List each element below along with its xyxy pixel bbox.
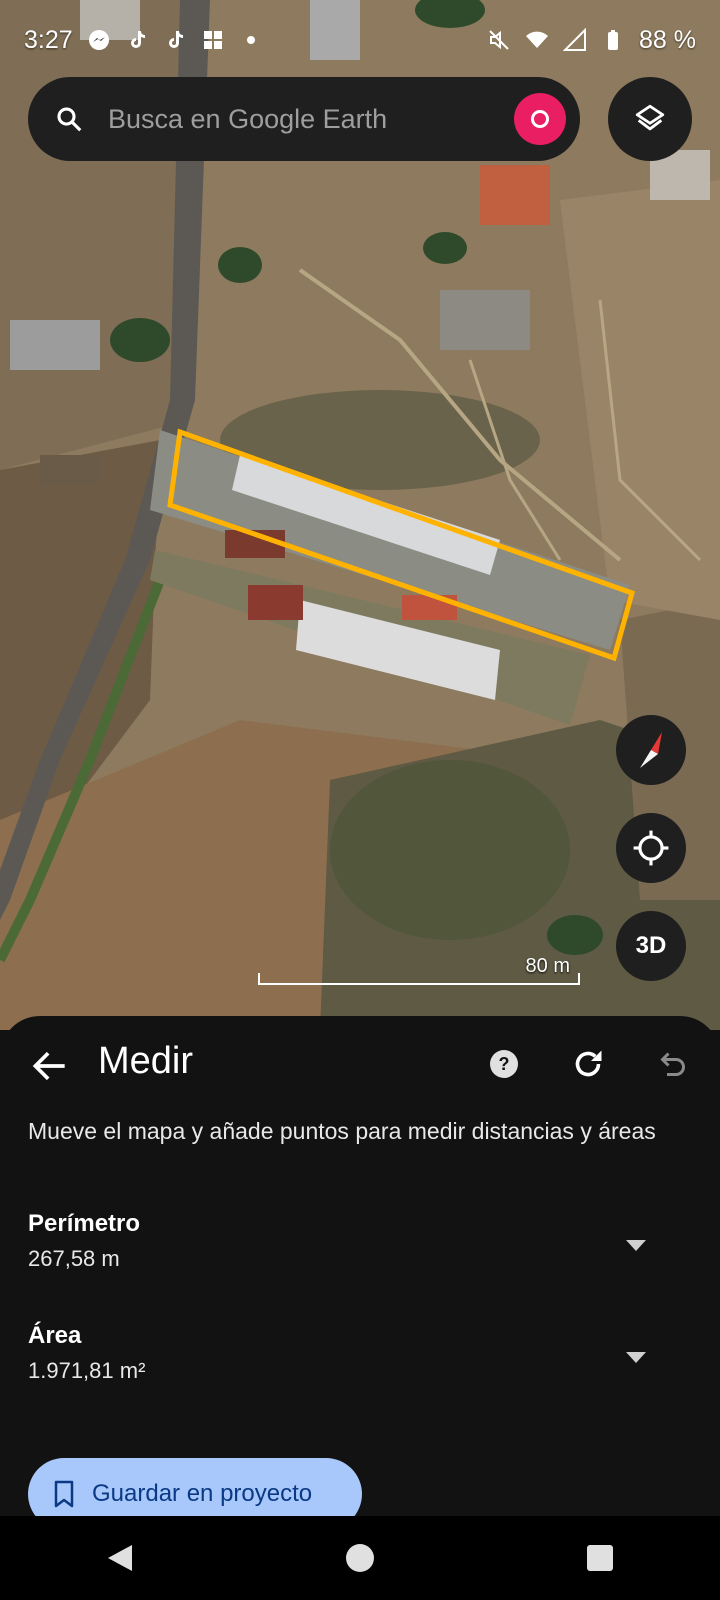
nav-back-button[interactable] <box>80 1528 160 1588</box>
nav-home-button[interactable] <box>320 1528 400 1588</box>
my-location-icon <box>633 830 669 866</box>
avatar[interactable] <box>514 93 566 145</box>
measure-hint: Mueve el mapa y añade puntos para medir … <box>28 1118 656 1144</box>
mute-icon <box>489 30 509 50</box>
scale-bar: 80 m <box>258 955 580 985</box>
signal-icon <box>563 28 587 51</box>
chevron-down-icon[interactable] <box>626 1240 646 1251</box>
refresh-icon[interactable] <box>570 1046 606 1082</box>
search-input[interactable]: Busca en Google Earth <box>108 104 514 135</box>
bookmark-icon <box>54 1480 74 1508</box>
scale-bar-line <box>258 973 580 985</box>
compass-button[interactable] <box>616 715 686 785</box>
area-label: Área <box>28 1322 82 1349</box>
back-triangle-icon <box>108 1545 132 1571</box>
my-location-button[interactable] <box>616 813 686 883</box>
sheet-header: Medir ? <box>0 1016 720 1112</box>
compass-icon <box>640 732 662 768</box>
area-value: 1.971,81 m² <box>28 1358 146 1383</box>
tiktok-icon <box>168 31 183 48</box>
battery-percent: 88 % <box>639 25 696 54</box>
chevron-down-icon[interactable] <box>626 1352 646 1363</box>
area-row[interactable]: Área 1.971,81 m² <box>0 1322 720 1412</box>
back-arrow-icon[interactable] <box>28 1044 72 1088</box>
help-icon[interactable]: ? <box>490 1050 518 1078</box>
grid-app-icon <box>203 31 222 49</box>
save-button-label: Guardar en proyecto <box>92 1480 313 1507</box>
wifi-icon <box>526 31 549 48</box>
layers-icon <box>635 104 665 131</box>
messenger-icon <box>88 30 109 50</box>
tiktok-icon <box>130 31 145 48</box>
perimeter-label: Perímetro <box>28 1210 141 1237</box>
search-bar[interactable]: Busca en Google Earth <box>28 77 580 161</box>
measure-sheet: Medir ? Mueve el mapa y añade puntos par… <box>0 1016 720 1516</box>
status-time: 3:27 <box>24 25 73 54</box>
undo-icon[interactable] <box>652 1046 688 1082</box>
perimeter-value: 267,58 m <box>28 1246 120 1271</box>
battery-icon <box>608 30 619 50</box>
recents-square-icon <box>587 1545 613 1571</box>
dot-icon <box>246 36 255 44</box>
perimeter-row[interactable]: Perímetro 267,58 m <box>0 1210 720 1300</box>
home-circle-icon <box>346 1544 374 1572</box>
layers-button[interactable] <box>608 77 692 161</box>
system-nav-bar <box>0 1516 720 1600</box>
sheet-title: Medir <box>98 1040 194 1082</box>
search-icon <box>57 107 82 132</box>
nav-recents-button[interactable] <box>560 1528 640 1588</box>
status-bar: 3:27 88 % <box>0 0 720 80</box>
save-to-project-button[interactable]: Guardar en proyecto <box>28 1458 362 1516</box>
avatar-initial-icon <box>531 110 549 128</box>
view-3d-button[interactable]: 3D <box>616 911 686 981</box>
